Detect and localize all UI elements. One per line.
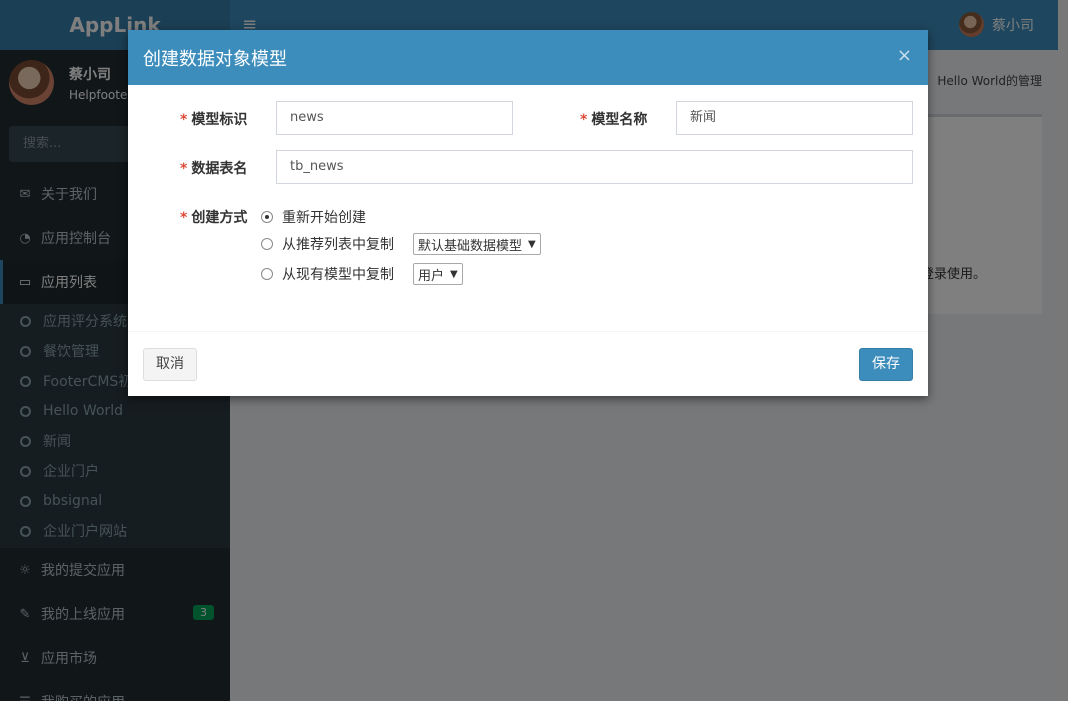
modal-header: 创建数据对象模型 × — [128, 30, 928, 85]
create-option-recommended[interactable]: 从推荐列表中复制 默认基础数据模型 ▼ — [261, 233, 541, 255]
radio-button[interactable] — [261, 211, 273, 223]
create-model-dialog: 创建数据对象模型 × * 模型标识 news * 模型名称 新闻 * 数据表名 tb_… — [128, 30, 928, 396]
caret-down-icon: ▼ — [528, 238, 536, 250]
existing-model-select[interactable]: 用户 ▼ — [413, 263, 463, 285]
required-mark: * — [580, 112, 588, 128]
model-id-input[interactable]: news — [276, 101, 513, 135]
model-name-input[interactable]: 新闻 — [676, 101, 913, 135]
select-value: 默认基础数据模型 — [418, 238, 523, 254]
modal-body: * 模型标识 news * 模型名称 新闻 * 数据表名 tb_news * 创建方式 … — [128, 85, 928, 331]
model-name-label-text: 模型名称 — [591, 112, 648, 128]
cancel-button[interactable]: 取消 — [143, 348, 197, 381]
required-mark: * — [180, 161, 188, 177]
radio-button[interactable] — [261, 238, 273, 250]
radio-label: 从现有模型中复制 — [282, 267, 394, 283]
model-id-label: * 模型标识 — [180, 109, 247, 129]
select-value: 用户 — [418, 268, 445, 284]
radio-button[interactable] — [261, 268, 273, 280]
recommended-model-select[interactable]: 默认基础数据模型 ▼ — [413, 233, 541, 255]
model-id-label-text: 模型标识 — [191, 112, 248, 128]
table-name-input[interactable]: tb_news — [276, 150, 913, 184]
create-mode-label-text: 创建方式 — [191, 210, 248, 226]
required-mark: * — [180, 112, 188, 128]
radio-label: 从推荐列表中复制 — [282, 237, 394, 253]
close-icon[interactable]: × — [897, 45, 912, 66]
caret-down-icon: ▼ — [450, 268, 458, 280]
create-option-new[interactable]: 重新开始创建 — [261, 207, 366, 227]
table-name-label-text: 数据表名 — [191, 161, 248, 177]
modal-title: 创建数据对象模型 — [143, 49, 287, 70]
create-mode-label: * 创建方式 — [180, 207, 247, 227]
table-name-label: * 数据表名 — [180, 158, 247, 178]
modal-footer: 取消 保存 — [128, 331, 928, 396]
save-button[interactable]: 保存 — [859, 348, 913, 381]
radio-label: 重新开始创建 — [282, 210, 366, 226]
create-option-existing[interactable]: 从现有模型中复制 用户 ▼ — [261, 263, 463, 285]
model-name-label: * 模型名称 — [580, 109, 647, 129]
required-mark: * — [180, 210, 188, 226]
